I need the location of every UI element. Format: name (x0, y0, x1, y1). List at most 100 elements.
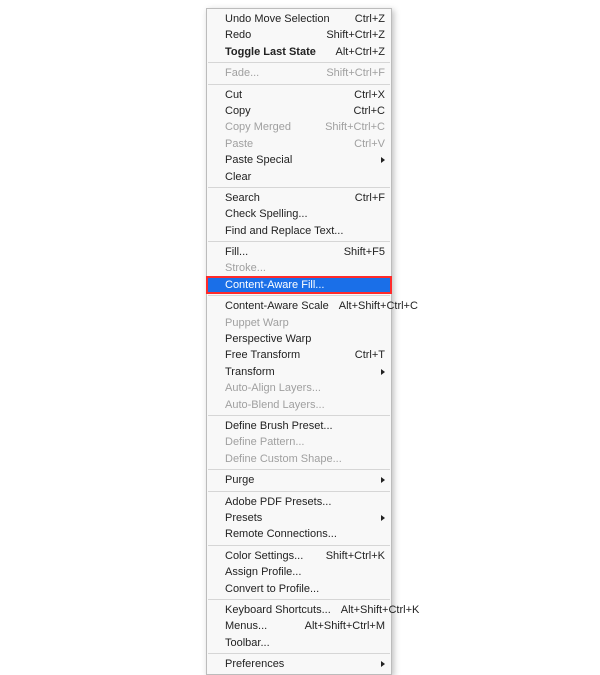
menu-separator (208, 295, 390, 296)
menu-item-label: Redo (225, 27, 251, 43)
menu-item-menus[interactable]: Menus... Alt+Shift+Ctrl+M (207, 618, 391, 634)
menu-item-label: Define Brush Preset... (225, 418, 333, 434)
menu-item-label: Paste (225, 136, 253, 152)
menu-item-presets[interactable]: Presets (207, 510, 391, 526)
menu-item-label: Color Settings... (225, 548, 303, 564)
menu-separator (208, 653, 390, 654)
chevron-right-icon (381, 157, 385, 163)
menu-item-shortcut: Shift+F5 (334, 244, 385, 260)
menu-item-transform[interactable]: Transform (207, 364, 391, 380)
menu-item-shortcut: Shift+Ctrl+C (315, 119, 385, 135)
menu-item-label: Copy (225, 103, 251, 119)
menu-item-shortcut: Ctrl+F (345, 190, 385, 206)
menu-item-label: Assign Profile... (225, 564, 301, 580)
menu-item-shortcut: Alt+Shift+Ctrl+M (295, 618, 385, 634)
menu-item-shortcut: Ctrl+C (344, 103, 385, 119)
menu-item-label: Check Spelling... (225, 206, 308, 222)
menu-item-label: Define Pattern... (225, 434, 305, 450)
menu-separator (208, 84, 390, 85)
menu-item-convert-to-profile[interactable]: Convert to Profile... (207, 581, 391, 597)
chevron-right-icon (381, 515, 385, 521)
menu-item-auto-blend-layers: Auto-Blend Layers... (207, 397, 391, 413)
menu-item-label: Toolbar... (225, 635, 270, 651)
menu-item-label: Stroke... (225, 260, 266, 276)
menu-item-label: Convert to Profile... (225, 581, 319, 597)
menu-item-label: Cut (225, 87, 242, 103)
menu-item-toggle-last-state[interactable]: Toggle Last State Alt+Ctrl+Z (207, 44, 391, 60)
menu-item-label: Search (225, 190, 260, 206)
menu-item-label: Preferences (225, 656, 284, 672)
menu-item-label: Keyboard Shortcuts... (225, 602, 331, 618)
menu-item-label: Adobe PDF Presets... (225, 494, 331, 510)
menu-item-color-settings[interactable]: Color Settings... Shift+Ctrl+K (207, 548, 391, 564)
menu-item-copy[interactable]: Copy Ctrl+C (207, 103, 391, 119)
menu-item-check-spelling[interactable]: Check Spelling... (207, 206, 391, 222)
menu-separator (208, 415, 390, 416)
menu-item-shortcut: Shift+Ctrl+F (316, 65, 385, 81)
menu-item-remote-connections[interactable]: Remote Connections... (207, 526, 391, 542)
menu-item-adobe-pdf-presets[interactable]: Adobe PDF Presets... (207, 494, 391, 510)
menu-item-find-replace-text[interactable]: Find and Replace Text... (207, 223, 391, 239)
menu-item-label: Define Custom Shape... (225, 451, 342, 467)
menu-item-shortcut: Alt+Ctrl+Z (325, 44, 385, 60)
menu-item-paste-special[interactable]: Paste Special (207, 152, 391, 168)
menu-item-shortcut: Shift+Ctrl+Z (316, 27, 385, 43)
menu-item-undo-move-selection[interactable]: Undo Move Selection Ctrl+Z (207, 11, 391, 27)
menu-separator (208, 62, 390, 63)
menu-separator (208, 187, 390, 188)
menu-item-shortcut: Ctrl+X (344, 87, 385, 103)
menu-item-label: Toggle Last State (225, 44, 316, 60)
menu-item-label: Auto-Align Layers... (225, 380, 321, 396)
menu-item-define-pattern: Define Pattern... (207, 434, 391, 450)
chevron-right-icon (381, 661, 385, 667)
menu-item-perspective-warp[interactable]: Perspective Warp (207, 331, 391, 347)
menu-item-free-transform[interactable]: Free TransformCtrl+T (207, 347, 391, 363)
menu-item-label: Remote Connections... (225, 526, 337, 542)
menu-item-label: Fade... (225, 65, 259, 81)
chevron-right-icon (381, 477, 385, 483)
menu-item-label: Find and Replace Text... (225, 223, 343, 239)
menu-item-redo[interactable]: Redo Shift+Ctrl+Z (207, 27, 391, 43)
menu-item-label: Content-Aware Scale (225, 298, 329, 314)
chevron-right-icon (381, 369, 385, 375)
menu-item-paste: PasteCtrl+V (207, 136, 391, 152)
menu-item-shortcut: Alt+Shift+Ctrl+C (329, 298, 418, 314)
menu-item-label: Perspective Warp (225, 331, 311, 347)
menu-separator (208, 241, 390, 242)
edit-menu: Undo Move Selection Ctrl+Z Redo Shift+Ctrl+… (206, 8, 392, 675)
menu-item-cut[interactable]: Cut Ctrl+X (207, 87, 391, 103)
menu-item-label: Auto-Blend Layers... (225, 397, 325, 413)
menu-item-clear[interactable]: Clear (207, 169, 391, 185)
menu-item-define-custom-shape: Define Custom Shape... (207, 451, 391, 467)
menu-item-purge[interactable]: Purge (207, 472, 391, 488)
menu-separator (208, 469, 390, 470)
menu-item-puppet-warp: Puppet Warp (207, 315, 391, 331)
menu-item-label: Undo Move Selection (225, 11, 330, 27)
menu-item-toolbar[interactable]: Toolbar... (207, 635, 391, 651)
menu-item-keyboard-shortcuts[interactable]: Keyboard Shortcuts...Alt+Shift+Ctrl+K (207, 602, 391, 618)
menu-item-label: Purge (225, 472, 254, 488)
menu-item-content-aware-scale[interactable]: Content-Aware ScaleAlt+Shift+Ctrl+C (207, 298, 391, 314)
menu-item-label: Paste Special (225, 152, 292, 168)
menu-item-label: Puppet Warp (225, 315, 289, 331)
menu-item-shortcut: Ctrl+Z (345, 11, 385, 27)
menu-item-label: Transform (225, 364, 275, 380)
menu-item-shortcut: Alt+Shift+Ctrl+K (331, 602, 420, 618)
menu-item-fade: Fade... Shift+Ctrl+F (207, 65, 391, 81)
menu-item-label: Copy Merged (225, 119, 291, 135)
menu-item-fill[interactable]: Fill...Shift+F5 (207, 244, 391, 260)
menu-item-label: Clear (225, 169, 251, 185)
menu-separator (208, 491, 390, 492)
menu-item-auto-align-layers: Auto-Align Layers... (207, 380, 391, 396)
menu-item-assign-profile[interactable]: Assign Profile... (207, 564, 391, 580)
menu-item-label: Presets (225, 510, 262, 526)
menu-separator (208, 599, 390, 600)
menu-item-shortcut: Ctrl+T (345, 347, 385, 363)
menu-item-preferences[interactable]: Preferences (207, 656, 391, 672)
menu-item-label: Menus... (225, 618, 267, 634)
menu-item-define-brush-preset[interactable]: Define Brush Preset... (207, 418, 391, 434)
menu-separator (208, 545, 390, 546)
menu-item-search[interactable]: Search Ctrl+F (207, 190, 391, 206)
menu-item-content-aware-fill[interactable]: Content-Aware Fill... (207, 277, 391, 293)
menu-item-shortcut: Shift+Ctrl+K (316, 548, 385, 564)
